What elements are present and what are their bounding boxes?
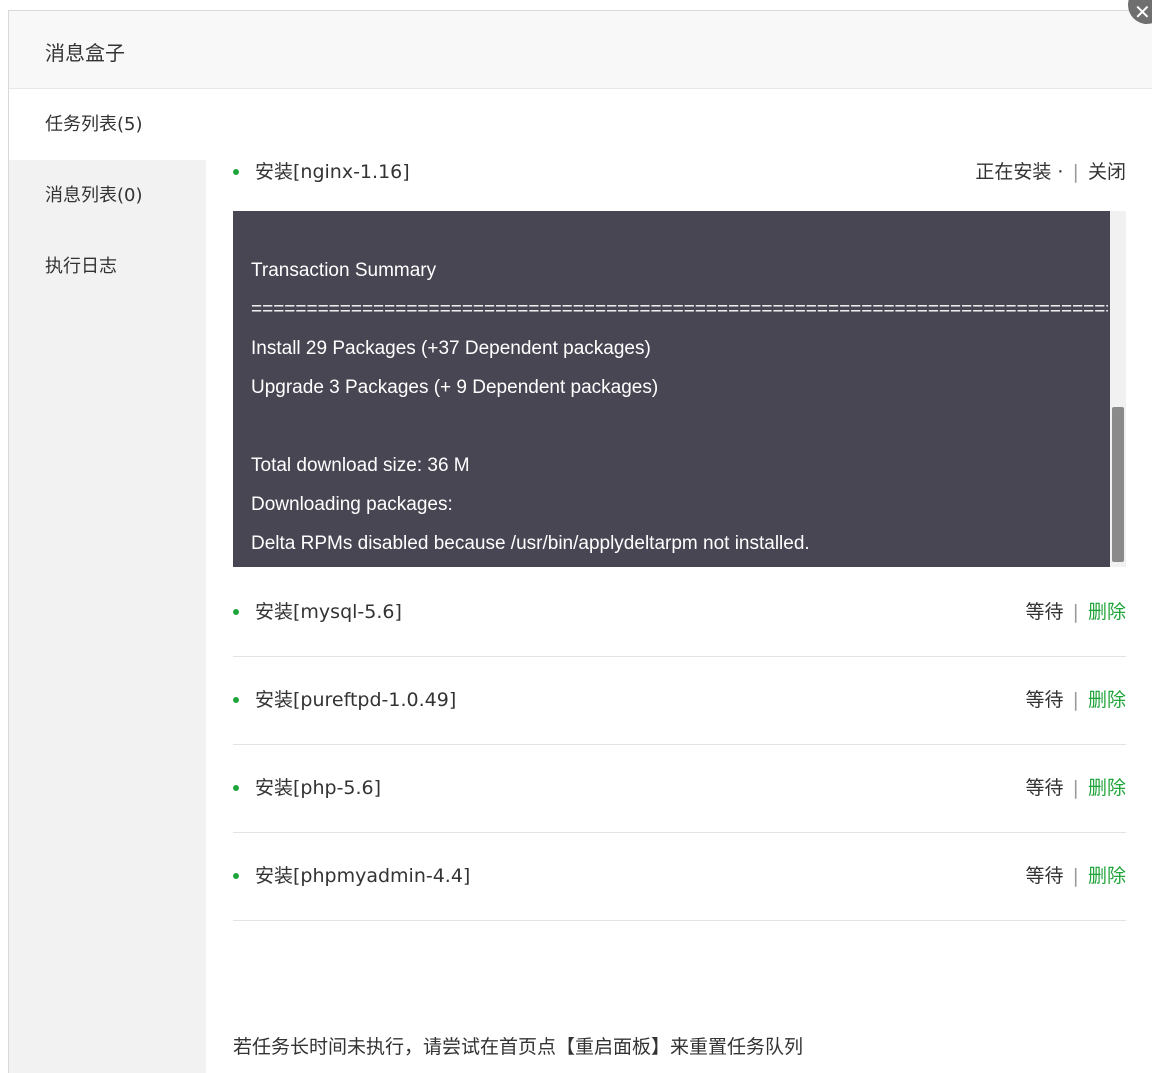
task-panel: 安装[nginx-1.16] 正在安装 · | 关闭 Transaction S… — [233, 89, 1126, 1073]
task-row: 安装[pureftpd-1.0.49] 等待 | 删除 — [233, 657, 1126, 745]
console-line: Install 29 Packages (+37 Dependent packa… — [251, 338, 651, 359]
console-line: ========================================… — [251, 299, 1108, 320]
status-dot-icon — [233, 785, 239, 791]
console-scrollbar[interactable] — [1110, 211, 1126, 567]
delete-task-link[interactable]: 删除 — [1088, 601, 1126, 623]
task-status: 等待 — [1025, 601, 1064, 623]
install-console-output: Transaction Summary ====================… — [233, 211, 1126, 567]
task-actions: 等待 | 删除 — [1025, 685, 1126, 712]
task-actions: 等待 | 删除 — [1025, 773, 1126, 800]
delete-task-link[interactable]: 删除 — [1088, 777, 1126, 799]
sidebar-item-execution-log[interactable]: 执行日志 — [9, 231, 206, 302]
sidebar-item-message-list[interactable]: 消息列表(0) — [9, 160, 206, 231]
task-row: 安装[php-5.6] 等待 | 删除 — [233, 745, 1126, 833]
separator: | — [1072, 689, 1079, 711]
close-icon: ✕ — [1134, 0, 1151, 24]
task-name: 安装[php-5.6] — [255, 777, 382, 799]
console-scroll-thumb[interactable] — [1112, 407, 1124, 562]
task-name: 安装[pureftpd-1.0.49] — [255, 689, 457, 711]
task-actions: 等待 | 删除 — [1025, 861, 1126, 888]
task-actions: 正在安装 · | 关闭 — [975, 157, 1126, 184]
status-dot-icon — [233, 609, 239, 615]
console-line: Transaction Summary — [251, 260, 437, 281]
sidebar: 任务列表(5) 消息列表(0) 执行日志 — [9, 89, 206, 1073]
console-line: Upgrade 3 Packages (+ 9 Dependent packag… — [251, 377, 659, 398]
message-box-dialog: 消息盒子 任务列表(5) 消息列表(0) 执行日志 安装[nginx-1.16]… — [8, 10, 1152, 1073]
close-dialog-button[interactable]: ✕ — [1128, 0, 1152, 24]
task-status: 正在安装 · — [975, 161, 1064, 183]
status-dot-icon — [233, 873, 239, 879]
task-status: 等待 — [1025, 777, 1064, 799]
separator: | — [1072, 601, 1079, 623]
delete-task-link[interactable]: 删除 — [1088, 865, 1126, 887]
status-dot-icon — [233, 169, 239, 175]
task-name: 安装[phpmyadmin-4.4] — [255, 865, 471, 887]
dialog-title: 消息盒子 — [45, 41, 125, 65]
console-lines: Transaction Summary ====================… — [251, 247, 1108, 559]
separator: | — [1072, 777, 1079, 799]
task-name: 安装[mysql-5.6] — [255, 601, 402, 623]
console-line: Downloading packages: — [251, 494, 453, 515]
task-status: 等待 — [1025, 865, 1064, 887]
task-actions: 等待 | 删除 — [1025, 597, 1126, 624]
delete-task-link[interactable]: 删除 — [1088, 689, 1126, 711]
dialog-titlebar: 消息盒子 — [9, 11, 1152, 89]
separator: | — [1072, 865, 1079, 887]
console-line: Delta RPMs disabled because /usr/bin/app… — [251, 533, 810, 554]
waiting-task-list: 安装[mysql-5.6] 等待 | 删除 安装[pureftpd-1.0.49… — [233, 569, 1126, 921]
task-name: 安装[nginx-1.16] — [255, 161, 410, 183]
task-status: 等待 — [1025, 689, 1064, 711]
close-task-link[interactable]: 关闭 — [1088, 161, 1126, 183]
task-row: 安装[mysql-5.6] 等待 | 删除 — [233, 569, 1126, 657]
footer-hint: 若任务长时间未执行，请尝试在首页点【重启面板】来重置任务队列 — [233, 1036, 804, 1058]
task-row: 安装[phpmyadmin-4.4] 等待 | 删除 — [233, 833, 1126, 921]
status-dot-icon — [233, 697, 239, 703]
console-line: Total download size: 36 M — [251, 455, 470, 476]
separator: | — [1072, 161, 1079, 183]
sidebar-item-task-list[interactable]: 任务列表(5) — [9, 89, 206, 160]
